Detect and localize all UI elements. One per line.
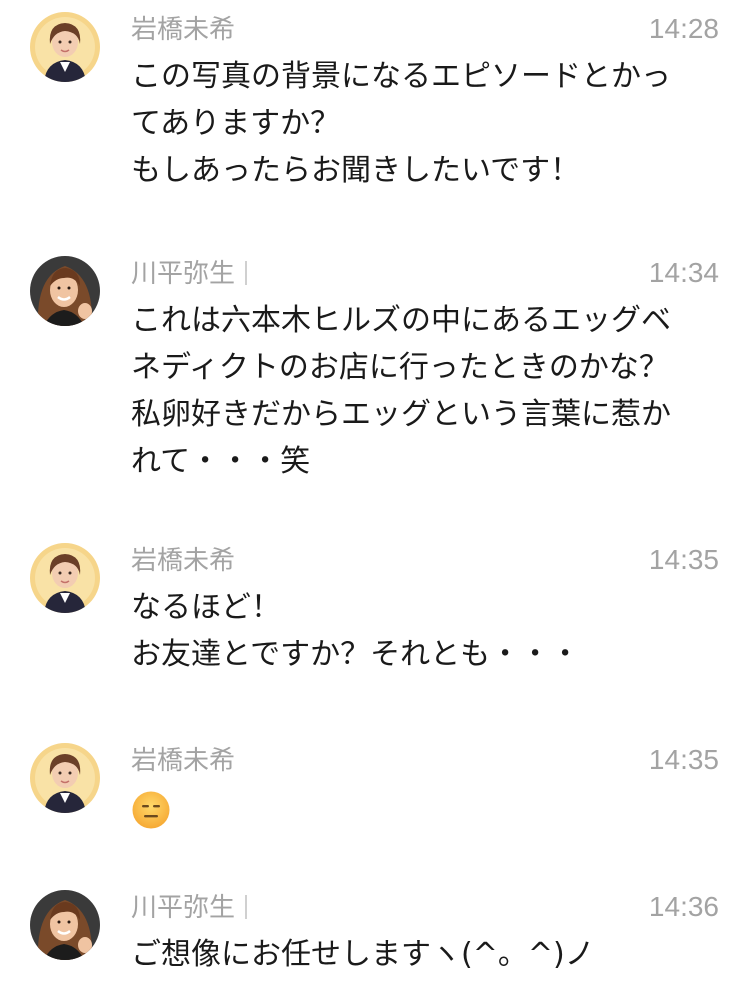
avatar-image: [30, 12, 100, 82]
avatar[interactable]: [30, 256, 100, 326]
message-time: 14:36: [648, 891, 719, 922]
avatar[interactable]: [30, 890, 100, 960]
message-body: これは六本木ヒルズの中にあるエッグベ ネディクトのお店に行ったときのかな？ 私卵…: [131, 297, 711, 485]
sender-name-text: 岩橋未希: [131, 746, 236, 776]
message-body: ご想像にお任せしますヽ(^。^)ノ: [131, 931, 711, 978]
sender-name-text: 岩橋未希: [131, 546, 236, 576]
avatar[interactable]: [30, 743, 100, 813]
message-line: もしあったらお聞きしたいです！: [131, 153, 581, 188]
message-body: [131, 784, 711, 834]
name-separator: [245, 261, 248, 285]
message-time: 14:35: [648, 544, 719, 575]
message-line: この写真の背景になるエピソードとかっ: [131, 59, 671, 94]
message-body: なるほど！ お友達とですか？それとも・・・: [131, 584, 711, 678]
avatar-image: [30, 890, 100, 960]
message-line: ご想像にお任せしますヽ(^。^)ノ: [131, 937, 595, 972]
sender-name[interactable]: 岩橋未希: [131, 13, 235, 47]
message-line: れて・・・笑: [131, 444, 311, 479]
avatar-image: [30, 743, 100, 813]
avatar[interactable]: [30, 12, 100, 82]
avatar[interactable]: [30, 543, 100, 613]
message-body: この写真の背景になるエピソードとかっ てありますか？ もしあったらお聞きしたいで…: [131, 53, 711, 194]
message-line: 私卵好きだからエッグという言葉に惹か: [131, 397, 671, 432]
sender-name[interactable]: 岩橋未希: [131, 744, 235, 778]
message-time: 14:34: [648, 257, 719, 288]
message-line: てありますか？: [131, 106, 341, 141]
sender-name-text: 川平弥生: [131, 259, 236, 289]
sender-name[interactable]: 川平弥生: [131, 891, 248, 925]
message-line: お友達とですか？それとも・・・: [131, 637, 581, 672]
message-line: これは六本木ヒルズの中にあるエッグベ: [131, 303, 671, 338]
message-time: 14:35: [648, 744, 719, 775]
sender-name-text: 岩橋未希: [131, 15, 236, 45]
sender-name-text: 川平弥生: [131, 893, 236, 923]
expressionless-face-emoji: [132, 791, 170, 829]
avatar-image: [30, 543, 100, 613]
sender-name[interactable]: 岩橋未希: [131, 544, 235, 578]
sender-name[interactable]: 川平弥生: [131, 257, 248, 291]
message-line: なるほど！: [131, 590, 281, 625]
name-separator: [245, 895, 248, 919]
avatar-image: [30, 256, 100, 326]
message-time: 14:28: [648, 13, 719, 44]
message-line: ネディクトのお店に行ったときのかな？: [131, 350, 669, 385]
